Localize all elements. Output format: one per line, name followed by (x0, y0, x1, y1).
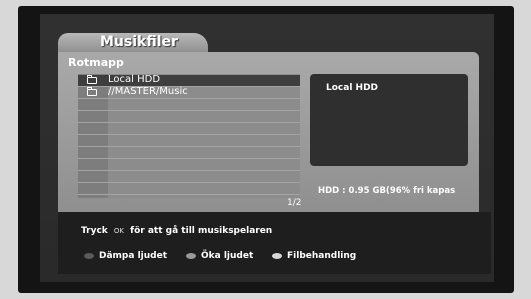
info-title: Local HDD (326, 83, 379, 93)
dark-button-icon (84, 252, 94, 259)
list-item-empty (78, 123, 300, 135)
list-item-empty (78, 135, 300, 147)
legend-file-handling: Filbehandling (272, 251, 356, 261)
grey-button-icon (186, 252, 196, 259)
hint-prefix: Tryck (81, 226, 108, 236)
legend-label: Öka ljudet (201, 251, 254, 261)
list-item-empty (78, 183, 300, 195)
folder-icon (87, 75, 97, 84)
legend-label: Dämpa ljudet (99, 251, 167, 261)
list-item-label: //MASTER/Music (108, 86, 188, 97)
help-bar (58, 212, 491, 274)
list-item-empty (78, 171, 300, 183)
list-item-empty (78, 147, 300, 159)
light-button-icon (272, 252, 282, 259)
list-item-master-music[interactable]: //MASTER/Music (78, 86, 300, 99)
capacity-text: HDD : 0.95 GB(96% fri kapas (318, 186, 456, 196)
folder-icon (87, 87, 97, 96)
legend-mute: Dämpa ljudet (84, 251, 167, 261)
hint-suffix: för att gå till musikspelaren (130, 226, 273, 236)
list-item-empty (78, 111, 300, 123)
legend-volume-up: Öka ljudet (186, 251, 253, 261)
hint-text: Tryck OK för att gå till musikspelaren (81, 226, 272, 236)
legend-label: Filbehandling (287, 251, 357, 261)
ok-key-label: OK (113, 227, 125, 235)
list-item-empty (78, 99, 300, 111)
page-indicator: 1/2 (287, 198, 302, 208)
window-title: Musikfiler (100, 34, 178, 50)
list-item-label: Local HDD (108, 74, 161, 85)
current-folder-label: Rotmapp (68, 56, 124, 69)
list-item-empty (78, 159, 300, 171)
